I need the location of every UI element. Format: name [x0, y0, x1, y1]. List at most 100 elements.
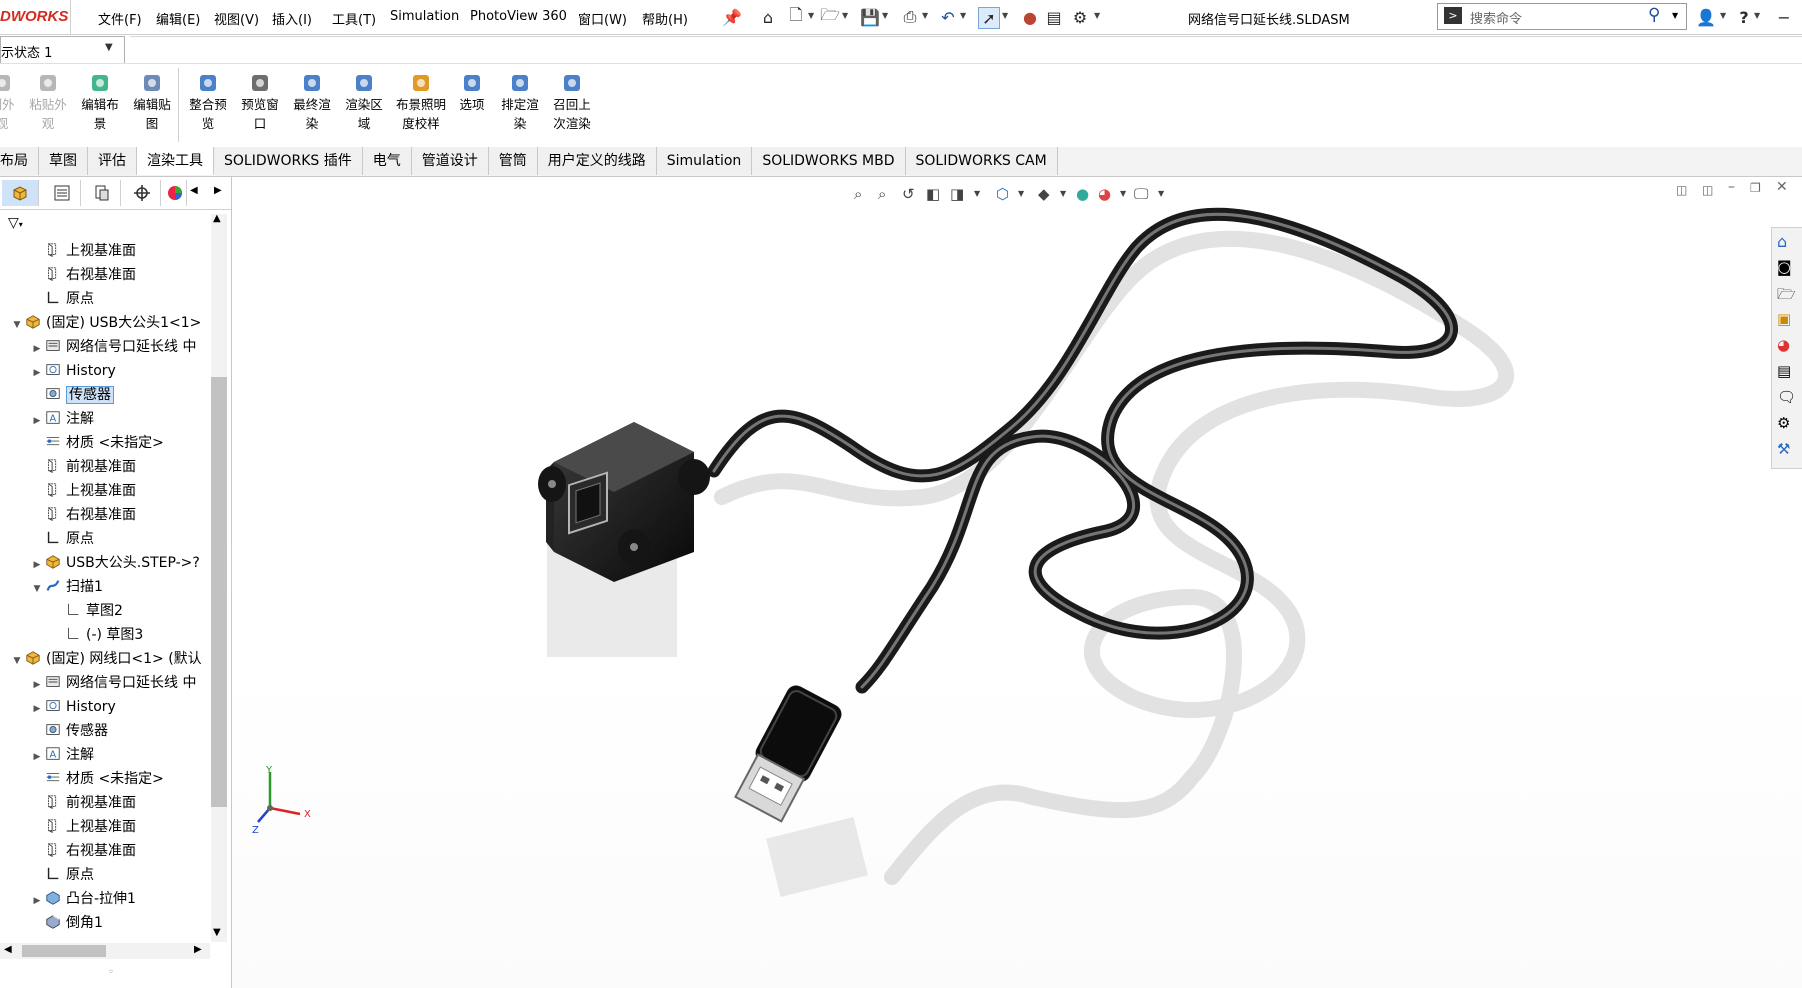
- chevron-down-icon[interactable]: ▼: [1094, 11, 1100, 20]
- ribbon-tab[interactable]: 管道设计: [411, 147, 489, 175]
- view-palette-icon[interactable]: ▣: [1777, 310, 1797, 330]
- user-icon[interactable]: 👤: [1696, 7, 1716, 27]
- chevron-down-icon[interactable]: ▼: [842, 11, 848, 20]
- ribbon-button[interactable]: 制外 观: [0, 72, 26, 133]
- forum-icon[interactable]: 🗨: [1777, 388, 1797, 408]
- scroll-right-icon[interactable]: ▶: [194, 944, 202, 955]
- undo-icon[interactable]: ↶: [938, 7, 958, 27]
- ribbon-tab[interactable]: 用户定义的线路: [537, 147, 657, 175]
- tree-item[interactable]: 草图2: [0, 599, 210, 623]
- scroll-up-icon[interactable]: ▲: [213, 213, 221, 224]
- tree-item[interactable]: ▶ History: [0, 695, 210, 719]
- ribbon-tab[interactable]: 草图: [39, 147, 88, 175]
- tree-item[interactable]: 原点: [0, 287, 210, 311]
- ribbon-tab[interactable]: SOLIDWORKS MBD: [752, 147, 906, 175]
- feature-manager-tab-icon[interactable]: [2, 180, 39, 206]
- tree-item[interactable]: ▶ USB大公头.STEP->?: [0, 551, 210, 575]
- tree-item[interactable]: ▼ 扫描1: [0, 575, 210, 599]
- tree-item[interactable]: ▼ (固定) 网线口<1> (默认: [0, 647, 210, 671]
- solidworks-resources-icon[interactable]: ⌂: [1777, 232, 1797, 252]
- cable-model-render[interactable]: [232, 177, 1802, 988]
- collapse-arrow-icon[interactable]: ▶: [30, 409, 44, 433]
- horizontal-scroll-thumb[interactable]: [22, 945, 106, 957]
- tree-item[interactable]: 传感器: [0, 719, 210, 743]
- expand-arrow-icon[interactable]: ▼: [30, 577, 44, 601]
- display-state-select[interactable]: 示状态 1 ▼: [0, 36, 125, 64]
- ribbon-button[interactable]: 最终渲 染: [288, 72, 336, 133]
- tree-item[interactable]: ▶ A 注解: [0, 407, 210, 431]
- tree-item[interactable]: 上视基准面: [0, 815, 210, 839]
- vertical-scroll-thumb[interactable]: [211, 377, 227, 807]
- chevron-down-icon[interactable]: ▼: [1002, 11, 1008, 20]
- ribbon-button[interactable]: 排定渲 染: [496, 72, 544, 133]
- tree-item[interactable]: ▶ 网络信号口延长线 中: [0, 335, 210, 359]
- ribbon-tab[interactable]: Simulation: [656, 147, 753, 175]
- display-manager-tab-icon[interactable]: [164, 180, 187, 206]
- expand-arrow-icon[interactable]: ▼: [10, 649, 24, 673]
- menu-item[interactable]: 文件(F): [98, 9, 142, 28]
- appearances-icon[interactable]: ◕: [1777, 336, 1797, 356]
- configuration-manager-tab-icon[interactable]: [84, 180, 121, 206]
- home-icon[interactable]: ⌂: [758, 7, 778, 27]
- print-icon[interactable]: ⎙: [900, 7, 920, 27]
- select-cursor-icon[interactable]: ➚: [978, 7, 1000, 29]
- collapse-arrow-icon[interactable]: ▶: [30, 361, 44, 385]
- tree-item[interactable]: 前视基准面: [0, 455, 210, 479]
- tree-item[interactable]: ▼ (固定) USB大公头1<1>: [0, 311, 210, 335]
- tree-item[interactable]: 材质 <未指定>: [0, 431, 210, 455]
- chevron-down-icon[interactable]: ▼: [1672, 11, 1678, 20]
- file-explorer-icon[interactable]: 🗁: [1777, 284, 1797, 304]
- menu-item[interactable]: 编辑(E): [156, 9, 200, 28]
- ribbon-tab[interactable]: 布局: [0, 147, 39, 175]
- tree-item[interactable]: 原点: [0, 863, 210, 887]
- ribbon-button[interactable]: 编辑贴 图: [128, 72, 176, 133]
- scroll-left-icon[interactable]: ◀: [4, 944, 12, 955]
- scroll-down-icon[interactable]: ▼: [213, 927, 221, 938]
- chevron-down-icon[interactable]: ▼: [960, 11, 966, 20]
- graphics-viewport[interactable]: ⌕ ⌕ ↺ ◧ ◨ ▼ ⬡ ▼ ◆ ▼ ● ◕ ▼ 🖵 ▼ ◫ ◫ – ❐ ✕: [232, 177, 1802, 988]
- chevron-right-icon[interactable]: ▶: [214, 185, 222, 196]
- ribbon-button[interactable]: 整合预 览: [184, 72, 232, 133]
- tree-item[interactable]: 右视基准面: [0, 503, 210, 527]
- tree-item[interactable]: 右视基准面: [0, 263, 210, 287]
- ribbon-tab[interactable]: 渲染工具: [137, 147, 214, 175]
- search-commands-input[interactable]: > 搜索命令 ⚲ ▼: [1437, 3, 1687, 30]
- menu-item[interactable]: 帮助(H): [642, 9, 688, 28]
- ribbon-button[interactable]: 渲染区 域: [340, 72, 388, 133]
- chevron-down-icon[interactable]: ▼: [105, 42, 113, 53]
- toolbox-icon[interactable]: ⚒: [1777, 440, 1797, 460]
- collapse-arrow-icon[interactable]: ▶: [30, 697, 44, 721]
- save-icon[interactable]: 💾: [860, 7, 880, 27]
- ribbon-tab[interactable]: 评估: [88, 147, 137, 175]
- menu-item[interactable]: 插入(I): [272, 9, 312, 28]
- menu-item[interactable]: 视图(V): [214, 9, 259, 28]
- expand-arrow-icon[interactable]: ▼: [10, 313, 24, 337]
- dimxpert-tab-icon[interactable]: [124, 180, 161, 206]
- chevron-down-icon[interactable]: ▼: [1754, 11, 1760, 20]
- chevron-down-icon[interactable]: ▼: [922, 11, 928, 20]
- tree-item[interactable]: 上视基准面: [0, 239, 210, 263]
- ribbon-button[interactable]: 选项: [448, 72, 496, 114]
- menu-item[interactable]: 窗口(W): [578, 9, 627, 28]
- filter-icon[interactable]: ▽▾: [8, 215, 23, 231]
- gear-icon[interactable]: ⚙: [1070, 7, 1090, 27]
- chevron-left-icon[interactable]: ◀: [190, 185, 198, 196]
- ribbon-button[interactable]: 布景照明 度校样: [392, 72, 450, 133]
- ribbon-tab[interactable]: SOLIDWORKS CAM: [905, 147, 1058, 175]
- add-ins-icon[interactable]: ⚙: [1777, 414, 1797, 434]
- ribbon-button[interactable]: 召回上 次渲染: [548, 72, 596, 133]
- ribbon-tab[interactable]: SOLIDWORKS 插件: [214, 147, 363, 175]
- menu-item[interactable]: 工具(T): [332, 9, 376, 28]
- tree-item[interactable]: 上视基准面: [0, 479, 210, 503]
- tree-item[interactable]: 传感器: [0, 383, 210, 407]
- tree-item[interactable]: 材质 <未指定>: [0, 767, 210, 791]
- property-manager-tab-icon[interactable]: [44, 180, 81, 206]
- design-library-icon[interactable]: ◙: [1777, 258, 1797, 278]
- collapse-arrow-icon[interactable]: ▶: [30, 553, 44, 577]
- ribbon-button[interactable]: 编辑布 景: [76, 72, 124, 133]
- menu-item[interactable]: PhotoView 360: [470, 9, 567, 24]
- open-folder-icon[interactable]: 🗁: [820, 5, 840, 27]
- traffic-light-icon[interactable]: ●: [1020, 7, 1040, 27]
- pin-icon[interactable]: 📌: [722, 7, 742, 27]
- custom-properties-icon[interactable]: ▤: [1777, 362, 1797, 382]
